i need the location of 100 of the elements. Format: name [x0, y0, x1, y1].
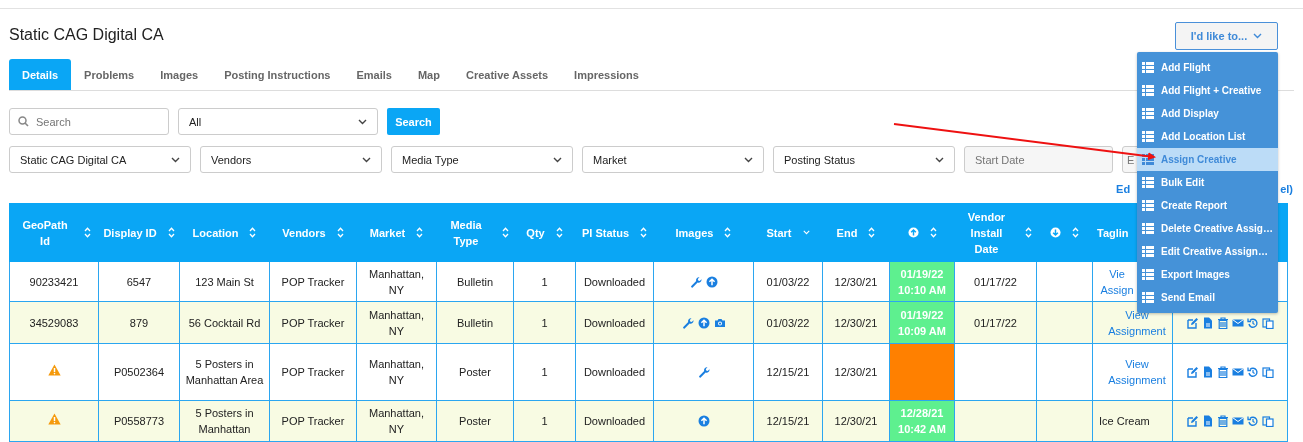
column-header[interactable]: Market: [369, 224, 406, 241]
tab[interactable]: Creative Assets: [452, 59, 562, 90]
sort-descending-icon[interactable]: [802, 230, 810, 235]
sort-icon[interactable]: [1025, 227, 1032, 238]
copy-icon[interactable]: [1261, 366, 1274, 378]
date-field[interactable]: Start Date: [964, 146, 1113, 173]
trash-icon[interactable]: [1216, 366, 1229, 378]
envelope-icon[interactable]: [1231, 316, 1244, 329]
table-cell-text: Downloaded: [583, 274, 646, 290]
column-header[interactable]: Taglin: [1097, 224, 1129, 241]
table-cell-text: 12/30/21: [834, 274, 878, 290]
menu-item[interactable]: Delete Creative Assig…: [1137, 217, 1278, 240]
filter-select[interactable]: Posting Status: [773, 146, 955, 173]
upload-circle-icon[interactable]: [697, 316, 710, 329]
edit-icon[interactable]: [1186, 366, 1199, 378]
sort-icon[interactable]: [249, 227, 257, 238]
upload-circle-icon[interactable]: [705, 275, 718, 288]
column-header[interactable]: Location: [192, 224, 239, 241]
sort-icon[interactable]: [416, 227, 424, 238]
camera-icon[interactable]: [713, 316, 726, 329]
wrench-icon[interactable]: [697, 366, 710, 378]
wrench-icon[interactable]: [681, 316, 694, 329]
edit-icon[interactable]: [1186, 415, 1199, 427]
sort-icon[interactable]: [555, 227, 563, 238]
upload-circle-icon[interactable]: [697, 415, 710, 427]
search-button[interactable]: Search: [387, 108, 440, 135]
status-cell: 12/28/21 10:42 AM: [889, 400, 955, 442]
edit-icon[interactable]: [1186, 316, 1199, 329]
menu-item[interactable]: Create Report: [1137, 194, 1278, 217]
list-icon: [1142, 223, 1154, 234]
history-icon[interactable]: [1246, 316, 1259, 329]
link[interactable]: el): [1280, 183, 1293, 197]
menu-item[interactable]: Export Images: [1137, 263, 1278, 286]
filter-select[interactable]: Media Type: [391, 146, 573, 173]
action-dropdown-button[interactable]: I'd like to...: [1175, 22, 1278, 50]
file-icon[interactable]: [1201, 415, 1214, 427]
envelope-icon[interactable]: [1231, 366, 1244, 378]
menu-item[interactable]: Bulk Edit: [1137, 171, 1278, 194]
tab[interactable]: Problems: [71, 59, 148, 90]
scope-select[interactable]: All: [178, 108, 378, 135]
table-cell-text: Poster: [459, 414, 491, 429]
filter-select[interactable]: Vendors: [200, 146, 382, 173]
sort-icon[interactable]: [929, 227, 937, 238]
sort-icon[interactable]: [502, 227, 509, 238]
search-field[interactable]: Search: [9, 108, 169, 135]
history-icon[interactable]: [1246, 415, 1259, 427]
column-header[interactable]: Qty: [526, 224, 545, 241]
tab[interactable]: Images: [147, 59, 212, 90]
sort-icon[interactable]: [868, 227, 876, 238]
menu-item[interactable]: Add Flight: [1137, 56, 1278, 79]
tab[interactable]: Map: [404, 59, 453, 90]
table-cell-text: P0558773: [113, 414, 165, 429]
table-cell-text: 01/17/22: [974, 274, 1017, 290]
column-header[interactable]: Vendors: [282, 224, 326, 241]
table-cell-text: Downloaded: [583, 315, 646, 331]
table-cell-text: POP Tracker: [281, 315, 345, 331]
list-icon: [1142, 246, 1154, 257]
column-header[interactable]: End: [836, 224, 858, 241]
filter-select[interactable]: Static CAG Digital CA: [9, 146, 191, 173]
column-header[interactable]: Display ID: [103, 224, 157, 241]
trash-icon[interactable]: [1216, 415, 1229, 427]
table-cell-text: 56 Cocktail Rd: [188, 315, 261, 331]
page-title: Static CAG Digital CA: [9, 26, 164, 44]
file-icon[interactable]: [1201, 316, 1214, 329]
sort-icon[interactable]: [336, 227, 344, 238]
column-header[interactable]: Images: [675, 224, 714, 241]
history-icon[interactable]: [1246, 366, 1259, 378]
menu-item[interactable]: Send Email: [1137, 286, 1278, 309]
table-cell-text: Bulletin: [456, 274, 494, 290]
menu-item[interactable]: Add Location List: [1137, 125, 1278, 148]
sort-icon[interactable]: [1072, 227, 1079, 238]
sort-icon[interactable]: [167, 227, 175, 238]
link[interactable]: Ed: [1116, 183, 1131, 197]
column-header[interactable]: Start: [766, 224, 792, 241]
menu-item[interactable]: Assign Creative: [1137, 148, 1278, 171]
table-cell-text: 01/17/22: [974, 315, 1017, 331]
sort-icon[interactable]: [640, 227, 648, 238]
tab[interactable]: Posting Instructions: [211, 59, 344, 90]
filter-select[interactable]: Market: [582, 146, 764, 173]
list-icon: [1142, 200, 1154, 211]
menu-item[interactable]: Edit Creative Assign…: [1137, 240, 1278, 263]
chevron-down-icon: [935, 156, 944, 163]
sort-icon[interactable]: [83, 227, 91, 238]
table-cell-text: P0502364: [113, 365, 165, 380]
envelope-icon[interactable]: [1231, 415, 1244, 427]
tab[interactable]: Emails: [343, 59, 405, 90]
copy-icon[interactable]: [1261, 316, 1274, 329]
table-cell-text: 90233421: [29, 274, 79, 290]
table-cell-text: POP Tracker: [281, 274, 345, 290]
copy-icon[interactable]: [1261, 415, 1274, 427]
wrench-icon[interactable]: [689, 275, 702, 288]
file-icon[interactable]: [1201, 366, 1214, 378]
tab[interactable]: Impressions: [561, 59, 652, 90]
menu-item[interactable]: Add Display: [1137, 102, 1278, 125]
sort-icon[interactable]: [724, 227, 732, 238]
arrow-up-circle-icon: [907, 227, 919, 238]
menu-item[interactable]: Add Flight + Creative: [1137, 79, 1278, 102]
tab[interactable]: Details: [9, 59, 72, 90]
trash-icon[interactable]: [1216, 316, 1229, 329]
column-header[interactable]: PI Status: [581, 224, 630, 241]
